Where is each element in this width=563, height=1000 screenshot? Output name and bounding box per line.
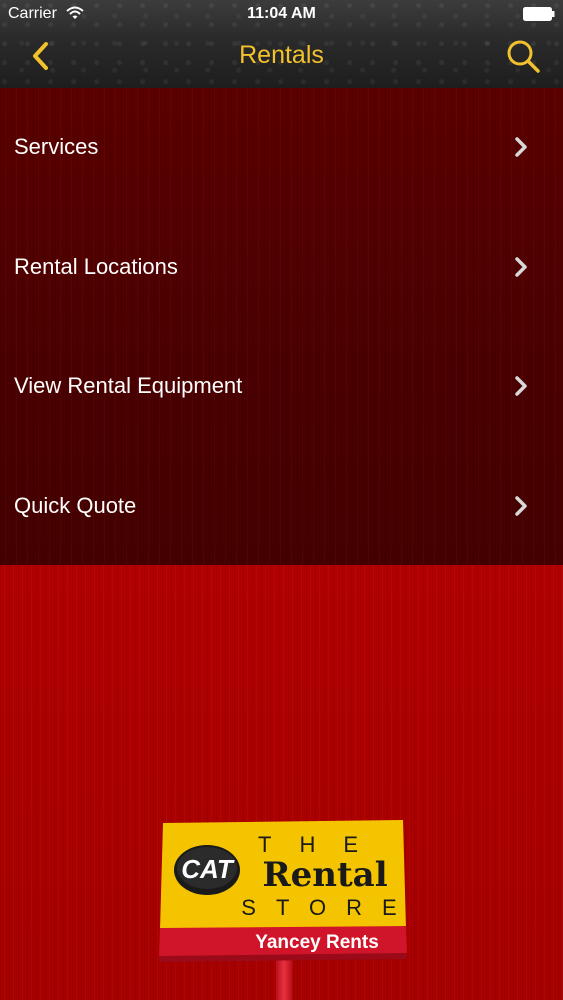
menu-item-label: View Rental Equipment: [14, 373, 243, 398]
menu-item-label: Services: [14, 134, 99, 159]
cat-logo-text: CAT: [181, 854, 235, 884]
status-time: 11:04 AM: [247, 5, 316, 22]
search-button[interactable]: [505, 38, 541, 74]
chevron-right-icon: [515, 496, 527, 516]
cat-logo-icon: CAT: [174, 845, 240, 895]
status-bar: Carrier 11:04 AM: [0, 0, 563, 30]
top-bar: Carrier 11:04 AM Rentals: [0, 0, 563, 88]
chevron-right-icon: [515, 257, 527, 277]
rentals-menu: Services Rental Locations View Rental Eq…: [0, 88, 563, 565]
menu-item-services[interactable]: Services: [0, 117, 563, 177]
sign-dealer-text: Yancey Rents: [255, 932, 379, 953]
rentals-screen: Carrier 11:04 AM Rentals Services Rental…: [0, 0, 563, 1000]
cat-rental-store-sign: CAT THE Rental STORE Yancey Rents: [159, 820, 407, 962]
search-icon: [507, 40, 540, 73]
menu-item-quick-quote[interactable]: Quick Quote: [0, 476, 563, 536]
sign-rental-text: Rental: [262, 855, 387, 895]
menu-item-rental-locations[interactable]: Rental Locations: [0, 237, 563, 297]
sign-store-text: STORE: [241, 895, 407, 920]
battery-icon: [523, 7, 555, 21]
menu-item-label: Quick Quote: [14, 493, 137, 518]
sign-the-text: THE: [258, 832, 386, 857]
page-title: Rentals: [239, 41, 324, 69]
menu-item-view-rental-equipment[interactable]: View Rental Equipment: [0, 356, 563, 416]
menu-item-label: Rental Locations: [14, 254, 178, 279]
navigation-bar: Rentals: [0, 30, 563, 88]
chevron-right-icon: [515, 137, 527, 157]
chevron-right-icon: [515, 376, 527, 396]
